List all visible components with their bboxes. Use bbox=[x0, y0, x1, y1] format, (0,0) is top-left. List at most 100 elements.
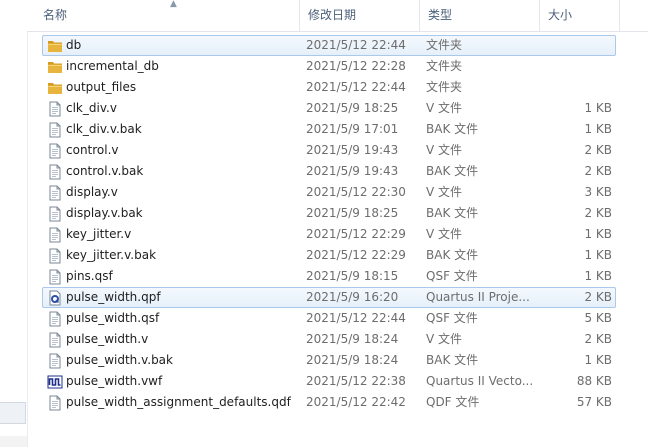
file-row[interactable]: key_jitter.v.bak 2021/5/12 22:29 BAK 文件 1 K… bbox=[42, 245, 616, 266]
folder-icon bbox=[47, 59, 63, 75]
file-type: 文件夹 bbox=[426, 38, 463, 52]
file-size: 3 KB bbox=[584, 185, 612, 199]
file-date: 2021/5/12 22:29 bbox=[306, 248, 406, 262]
file-size: 1 KB bbox=[584, 248, 612, 262]
file-type: BAK 文件 bbox=[426, 206, 479, 220]
file-type: QDF 文件 bbox=[426, 395, 480, 409]
file-row[interactable]: display.v.bak 2021/5/9 18:25 BAK 文件 2 KB bbox=[42, 203, 616, 224]
file-name: output_files bbox=[66, 80, 137, 94]
file-date: 2021/5/12 22:29 bbox=[306, 227, 406, 241]
file-name: control.v bbox=[66, 143, 119, 157]
file-row[interactable]: clk_div.v 2021/5/9 18:25 V 文件 1 KB bbox=[42, 98, 616, 119]
file-type: QSF 文件 bbox=[426, 311, 478, 325]
file-icon bbox=[47, 269, 63, 285]
navigation-pane-item[interactable] bbox=[0, 402, 26, 424]
file-row[interactable]: pulse_width.qsf 2021/5/12 22:44 QSF 文件 5 KB bbox=[42, 308, 616, 329]
file-icon bbox=[47, 122, 63, 138]
file-date: 2021/5/9 16:20 bbox=[306, 290, 399, 304]
file-icon bbox=[47, 248, 63, 264]
file-name: incremental_db bbox=[66, 59, 159, 73]
file-name: pulse_width.v.bak bbox=[66, 353, 173, 367]
file-icon bbox=[47, 101, 63, 117]
column-date-label: 修改日期 bbox=[308, 8, 357, 22]
file-size: 2 KB bbox=[584, 332, 612, 346]
file-type: V 文件 bbox=[426, 227, 463, 241]
file-size: 1 KB bbox=[584, 227, 612, 241]
file-name: pulse_width_assignment_defaults.qdf bbox=[66, 395, 291, 409]
file-type: BAK 文件 bbox=[426, 248, 479, 262]
file-row[interactable]: pulse_width.qpf 2021/5/9 16:20 Quartus II … bbox=[42, 287, 616, 308]
file-type: 文件夹 bbox=[426, 80, 463, 94]
file-icon bbox=[47, 395, 63, 411]
file-name: display.v bbox=[66, 185, 118, 199]
column-header-extra[interactable] bbox=[619, 0, 648, 31]
folder-icon bbox=[47, 38, 63, 54]
file-size: 2 KB bbox=[584, 206, 612, 220]
file-name: pulse_width.qsf bbox=[66, 311, 160, 325]
file-row[interactable]: pulse_width.v.bak 2021/5/9 18:24 BAK 文件 1 K… bbox=[42, 350, 616, 371]
file-icon bbox=[47, 311, 63, 327]
file-row[interactable]: clk_div.v.bak 2021/5/9 17:01 BAK 文件 1 KB bbox=[42, 119, 616, 140]
file-row[interactable]: pulse_width.vwf 2021/5/12 22:38 Quartus II… bbox=[42, 371, 616, 392]
column-type-label: 类型 bbox=[428, 8, 453, 22]
navigation-pane bbox=[0, 0, 28, 447]
sort-up-icon: ▲ bbox=[170, 0, 177, 9]
file-name: key_jitter.v.bak bbox=[66, 248, 157, 262]
file-date: 2021/5/12 22:30 bbox=[306, 185, 406, 199]
file-type: V 文件 bbox=[426, 332, 463, 346]
file-date: 2021/5/9 17:01 bbox=[306, 122, 399, 136]
column-header-date[interactable]: 修改日期 bbox=[299, 0, 419, 31]
file-date: 2021/5/12 22:44 bbox=[306, 38, 406, 52]
file-date: 2021/5/12 22:38 bbox=[306, 374, 406, 388]
file-name: pulse_width.qpf bbox=[66, 290, 161, 304]
column-header-size[interactable]: 大小 bbox=[539, 0, 619, 31]
column-header-bar: 名称 ▲ 修改日期 类型 大小 bbox=[27, 0, 648, 32]
file-row[interactable]: control.v.bak 2021/5/9 19:43 BAK 文件 2 KB bbox=[42, 161, 616, 182]
file-name: pins.qsf bbox=[66, 269, 113, 283]
file-date: 2021/5/9 19:43 bbox=[306, 143, 399, 157]
file-size: 5 KB bbox=[584, 311, 612, 325]
file-date: 2021/5/9 18:25 bbox=[306, 101, 399, 115]
file-row[interactable]: display.v 2021/5/12 22:30 V 文件 3 KB bbox=[42, 182, 616, 203]
file-row[interactable]: db 2021/5/12 22:44 文件夹 bbox=[42, 35, 616, 56]
file-date: 2021/5/12 22:44 bbox=[306, 80, 406, 94]
file-icon bbox=[47, 353, 63, 369]
file-size: 88 KB bbox=[576, 374, 612, 388]
file-date: 2021/5/12 22:44 bbox=[306, 311, 406, 325]
file-type: BAK 文件 bbox=[426, 353, 479, 367]
file-type: 文件夹 bbox=[426, 59, 463, 73]
file-date: 2021/5/12 22:28 bbox=[306, 59, 406, 73]
file-icon bbox=[47, 164, 63, 180]
folder-icon bbox=[47, 80, 63, 96]
file-date: 2021/5/9 19:43 bbox=[306, 164, 399, 178]
quartus-project-icon bbox=[47, 290, 63, 306]
file-size: 2 KB bbox=[584, 143, 612, 157]
file-row[interactable]: key_jitter.v 2021/5/12 22:29 V 文件 1 KB bbox=[42, 224, 616, 245]
file-icon bbox=[47, 143, 63, 159]
file-size: 2 KB bbox=[584, 164, 612, 178]
file-row[interactable]: pins.qsf 2021/5/9 18:15 QSF 文件 1 KB bbox=[42, 266, 616, 287]
file-name: control.v.bak bbox=[66, 164, 144, 178]
file-size: 1 KB bbox=[584, 353, 612, 367]
column-header-name[interactable]: 名称 ▲ bbox=[35, 0, 300, 31]
waveform-icon bbox=[47, 374, 63, 390]
file-name: pulse_width.v bbox=[66, 332, 149, 346]
file-row[interactable]: output_files 2021/5/12 22:44 文件夹 bbox=[42, 77, 616, 98]
file-size: 1 KB bbox=[584, 269, 612, 283]
file-row[interactable]: pulse_width.v 2021/5/9 18:24 V 文件 2 KB bbox=[42, 329, 616, 350]
column-name-label: 名称 bbox=[43, 8, 68, 22]
file-date: 2021/5/9 18:15 bbox=[306, 269, 399, 283]
file-name: key_jitter.v bbox=[66, 227, 132, 241]
file-size: 1 KB bbox=[584, 122, 612, 136]
file-type: V 文件 bbox=[426, 185, 463, 199]
file-type: QSF 文件 bbox=[426, 269, 478, 283]
navigation-pane-scroll[interactable] bbox=[0, 436, 27, 447]
file-row[interactable]: pulse_width_assignment_defaults.qdf 2021/… bbox=[42, 392, 616, 413]
file-row[interactable]: control.v 2021/5/9 19:43 V 文件 2 KB bbox=[42, 140, 616, 161]
file-type: Quartus II Vecto... bbox=[426, 374, 534, 388]
file-type: BAK 文件 bbox=[426, 164, 479, 178]
column-header-type[interactable]: 类型 bbox=[419, 0, 539, 31]
file-name: pulse_width.vwf bbox=[66, 374, 163, 388]
file-name: clk_div.v bbox=[66, 101, 117, 115]
file-row[interactable]: incremental_db 2021/5/12 22:28 文件夹 bbox=[42, 56, 616, 77]
